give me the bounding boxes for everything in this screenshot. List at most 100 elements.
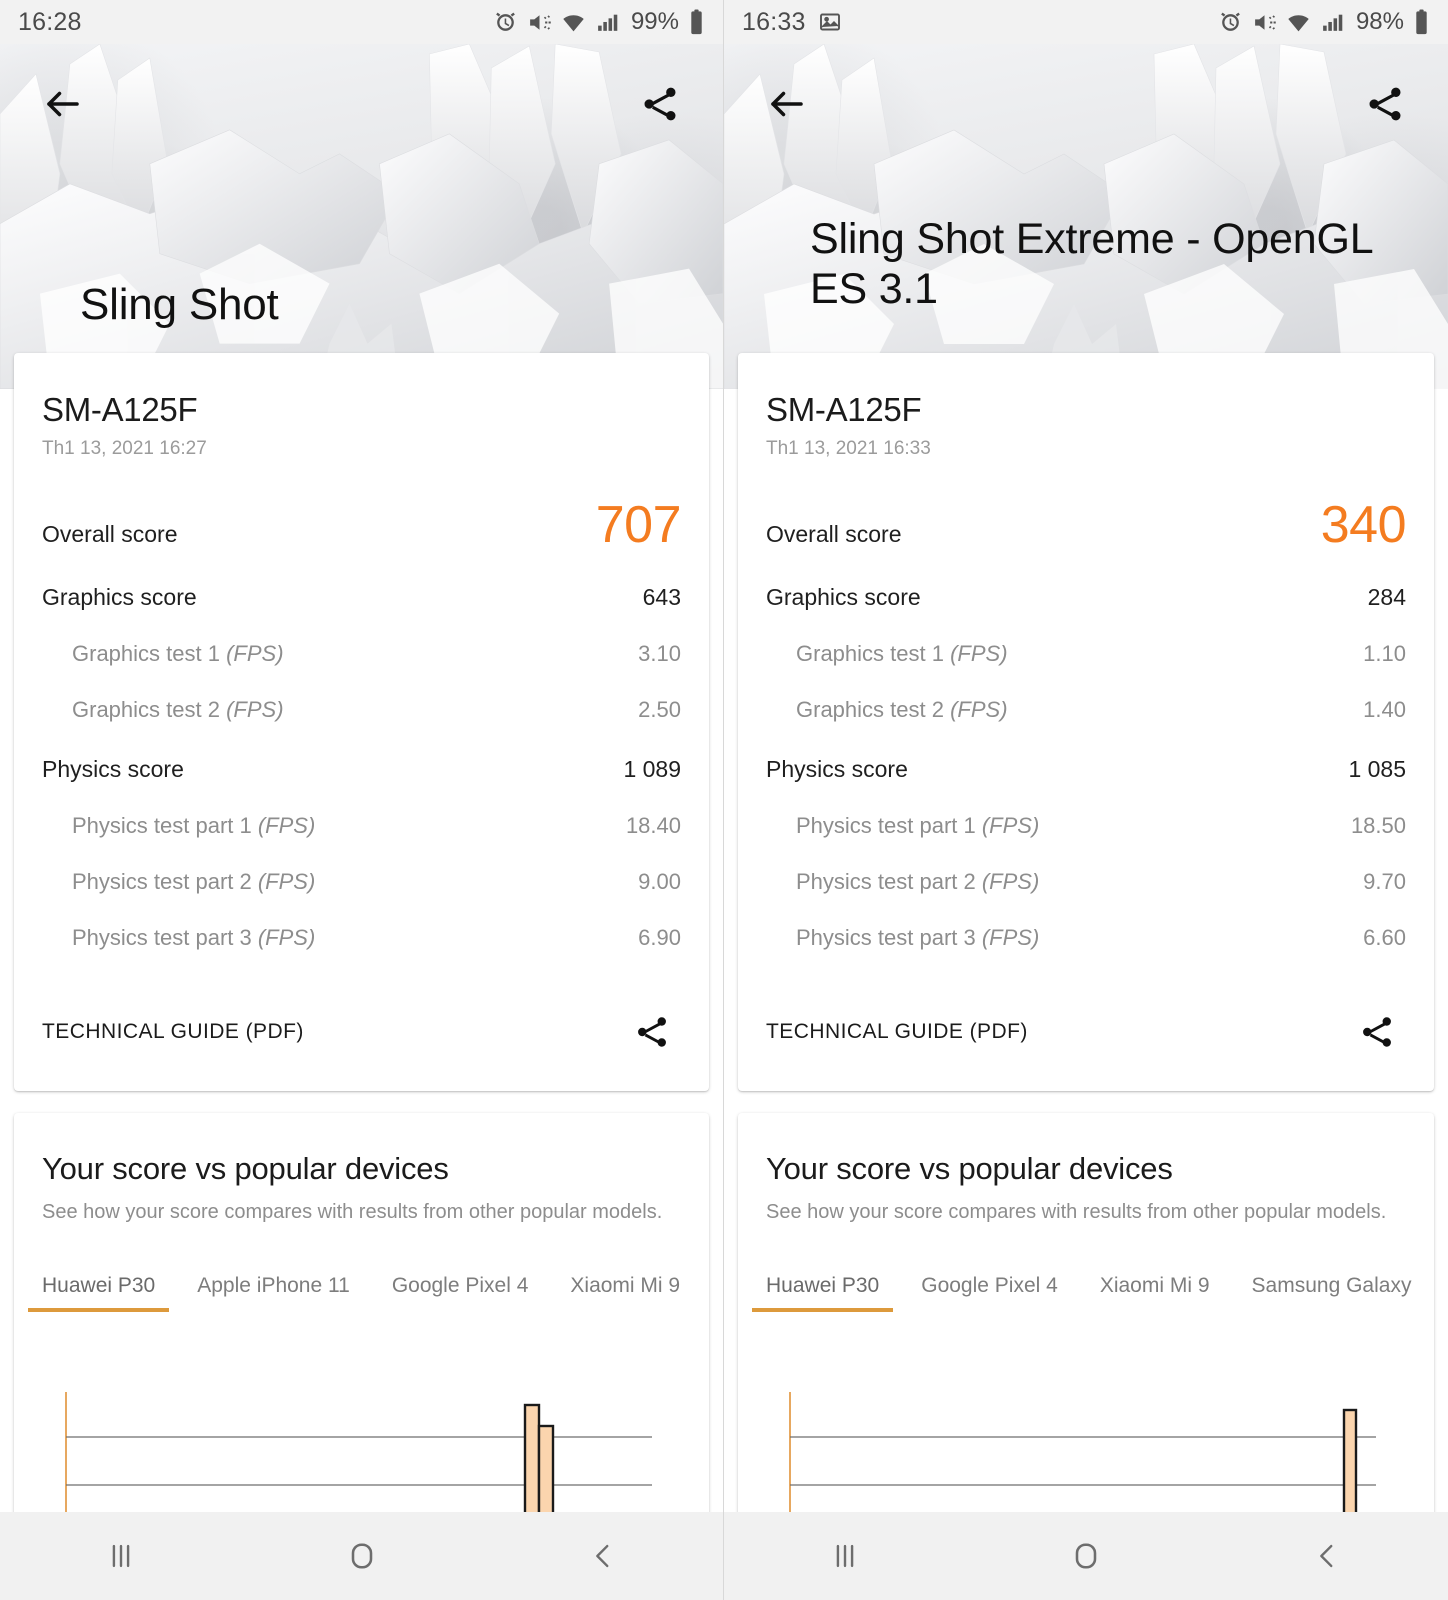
hero-banner: Sling Shot xyxy=(0,44,723,389)
score-row: Graphics score 284 xyxy=(766,584,1406,611)
home-icon[interactable] xyxy=(302,1512,422,1600)
score-row-unit: (FPS) xyxy=(226,641,284,666)
mute-vibrate-icon xyxy=(530,14,551,30)
device-name: SM-A125F xyxy=(766,391,922,428)
score-subrow: Physics test part 2 (FPS) 9.00 xyxy=(42,869,681,895)
status-right-icons: 99% xyxy=(493,8,705,36)
score-row-label: Physics score xyxy=(42,756,184,782)
score-row-unit: (FPS) xyxy=(981,925,1040,950)
compare-subtitle: See how your score compares with results… xyxy=(42,1201,663,1223)
result-date: Th1 13, 2021 16:33 xyxy=(766,438,931,459)
score-row-unit: (FPS) xyxy=(981,813,1040,838)
technical-guide-row[interactable]: TECHNICAL GUIDE (PDF) xyxy=(766,1003,1406,1091)
device-tab-apple-iphone-11[interactable]: Apple iPhone 11 xyxy=(197,1274,350,1312)
technical-guide-row[interactable]: TECHNICAL GUIDE (PDF) xyxy=(42,1003,681,1091)
alarm-icon xyxy=(1221,12,1240,31)
score-row-value: 1 089 xyxy=(623,756,681,782)
score-row-value: 1.40 xyxy=(1363,697,1406,722)
hero-title: Sling Shot Extreme - OpenGL ES 3.1 xyxy=(810,214,1372,314)
recents-icon[interactable] xyxy=(61,1512,181,1600)
share-icon[interactable] xyxy=(1348,1003,1406,1061)
score-row-label: Physics test part 3 (FPS) xyxy=(72,925,316,950)
result-date: Th1 13, 2021 16:27 xyxy=(42,438,207,459)
score-row-unit: (FPS) xyxy=(950,641,1008,666)
content-cards: SM-A125F Th1 13, 2021 16:33 Overall scor… xyxy=(724,353,1448,1588)
overall-score-value: 707 xyxy=(595,496,682,554)
score-row-value: 2.50 xyxy=(638,697,681,722)
technical-guide-label[interactable]: TECHNICAL GUIDE (PDF) xyxy=(42,1020,304,1044)
back-arrow-icon[interactable] xyxy=(758,75,816,133)
wifi-icon xyxy=(563,14,584,31)
score-row: Physics score 1 085 xyxy=(766,756,1406,783)
battery-percent: 99% xyxy=(630,8,679,35)
score-row-label: Physics test part 2 (FPS) xyxy=(796,869,1040,894)
score-row-label: Graphics score xyxy=(766,584,921,610)
share-icon[interactable] xyxy=(631,75,689,133)
score-rows-right: Graphics score 284 Graphics test 1 (FPS) 1.… xyxy=(766,584,1406,951)
battery-percent: 98% xyxy=(1355,8,1404,35)
technical-guide-label[interactable]: TECHNICAL GUIDE (PDF) xyxy=(766,1020,1028,1044)
score-row-value: 1 085 xyxy=(1348,756,1406,782)
back-icon[interactable] xyxy=(543,1512,663,1600)
share-icon[interactable] xyxy=(623,1003,681,1061)
device-tab-huawei-p30[interactable]: Huawei P30 xyxy=(751,1274,894,1312)
score-subrow: Graphics test 1 (FPS) 3.10 xyxy=(42,641,681,667)
device-tabs-left: Huawei P30 Apple iPhone 11 Google Pixel 4 X… xyxy=(27,1274,681,1312)
score-row-unit: (FPS) xyxy=(226,697,284,722)
share-icon[interactable] xyxy=(1356,75,1414,133)
score-row-label: Physics test part 2 (FPS) xyxy=(72,869,316,894)
score-row-label: Graphics test 1 (FPS) xyxy=(796,641,1008,666)
score-row-value: 1.10 xyxy=(1363,641,1406,666)
device-tab-google-pixel-4[interactable]: Google Pixel 4 xyxy=(392,1274,529,1312)
device-tab-huawei-p30[interactable]: Huawei P30 xyxy=(27,1274,170,1312)
status-left-icons xyxy=(818,10,842,34)
recents-icon[interactable] xyxy=(785,1512,905,1600)
back-icon[interactable] xyxy=(1267,1512,1387,1600)
compare-title: Your score vs popular devices xyxy=(766,1151,1173,1186)
home-icon[interactable] xyxy=(1026,1512,1146,1600)
score-row-value: 284 xyxy=(1367,584,1406,610)
score-row-label: Physics test part 1 (FPS) xyxy=(72,813,316,838)
device-tab-xiaomi-mi-9[interactable]: Xiaomi Mi 9 xyxy=(570,1274,680,1312)
score-subrow: Physics test part 1 (FPS) 18.40 xyxy=(42,813,681,839)
score-subrow: Physics test part 2 (FPS) 9.70 xyxy=(766,869,1406,895)
score-subrow: Physics test part 3 (FPS) 6.60 xyxy=(766,925,1406,951)
score-row-value: 18.40 xyxy=(625,813,681,838)
phone-screen-right: 16:33 98% Sling Shot Extreme - OpenGL ES… xyxy=(724,0,1448,1600)
score-subrow: Graphics test 2 (FPS) 1.40 xyxy=(766,697,1406,723)
score-row-unit: (FPS) xyxy=(257,869,316,894)
phone-screen-left: 16:28 99% Sling Shot SM-A125F Th1 13, 20… xyxy=(0,0,724,1600)
score-row-label: Graphics test 2 (FPS) xyxy=(796,697,1008,722)
device-name: SM-A125F xyxy=(42,391,198,428)
score-row-value: 3.10 xyxy=(638,641,681,666)
score-row-label: Physics test part 3 (FPS) xyxy=(796,925,1040,950)
overall-score-label: Overall score xyxy=(42,521,178,547)
score-subrow: Physics test part 3 (FPS) 6.90 xyxy=(42,925,681,951)
device-tab-samsung-galaxy[interactable]: Samsung Galaxy xyxy=(1252,1274,1412,1312)
score-row-label: Physics test part 1 (FPS) xyxy=(796,813,1040,838)
score-row-value: 6.60 xyxy=(1363,925,1406,950)
status-bar: 16:33 98% xyxy=(724,0,1448,44)
content-cards: SM-A125F Th1 13, 2021 16:27 Overall scor… xyxy=(0,353,723,1588)
status-time: 16:33 xyxy=(742,7,806,36)
hero-title: Sling Shot xyxy=(80,280,279,330)
device-tabs-right: Huawei P30 Google Pixel 4 Xiaomi Mi 9 Samsu… xyxy=(751,1274,1411,1312)
score-row-value: 18.50 xyxy=(1350,813,1406,838)
score-rows-left: Graphics score 643 Graphics test 1 (FPS) 3.… xyxy=(42,584,681,951)
overall-score-label: Overall score xyxy=(766,521,902,547)
score-subrow: Graphics test 2 (FPS) 2.50 xyxy=(42,697,681,723)
result-card: SM-A125F Th1 13, 2021 16:27 Overall scor… xyxy=(14,353,709,1091)
score-row-unit: (FPS) xyxy=(257,925,316,950)
score-row: Physics score 1 089 xyxy=(42,756,681,783)
image-icon xyxy=(819,13,840,31)
hero-banner: Sling Shot Extreme - OpenGL ES 3.1 xyxy=(724,44,1448,389)
score-row-value: 9.70 xyxy=(1363,869,1406,894)
overall-score-value: 340 xyxy=(1320,496,1407,554)
overall-score-row: Overall score 707 xyxy=(42,496,682,554)
device-tab-google-pixel-4[interactable]: Google Pixel 4 xyxy=(921,1274,1058,1312)
device-tab-xiaomi-mi-9[interactable]: Xiaomi Mi 9 xyxy=(1100,1274,1210,1312)
back-arrow-icon[interactable] xyxy=(34,75,92,133)
android-nav-bar xyxy=(724,1512,1448,1600)
score-row-unit: (FPS) xyxy=(257,813,316,838)
score-row-unit: (FPS) xyxy=(981,869,1040,894)
